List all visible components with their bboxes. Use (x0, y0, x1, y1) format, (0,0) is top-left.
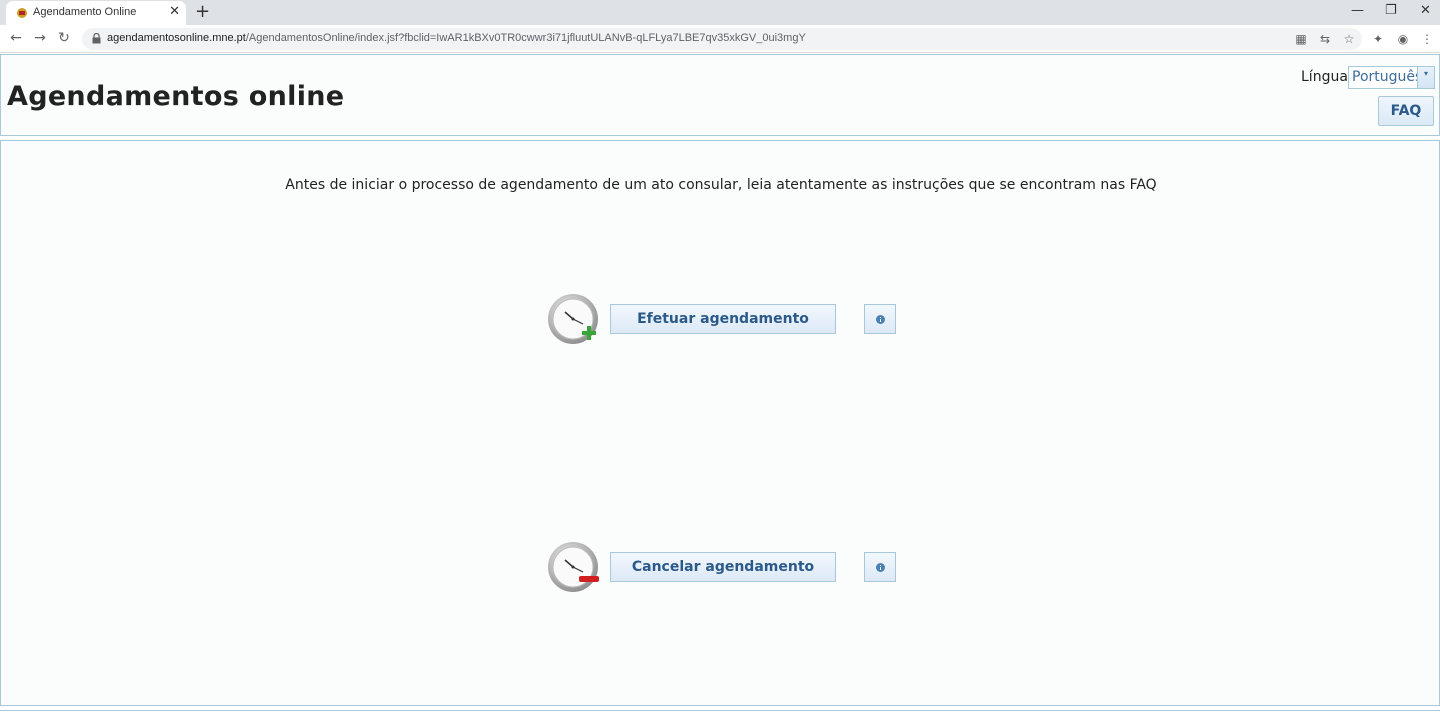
translate-icon[interactable]: ⇆ (1318, 32, 1332, 46)
schedule-button[interactable]: Efetuar agendamento (610, 304, 836, 334)
forward-icon[interactable]: → (32, 30, 48, 46)
clock-add-icon (548, 294, 598, 344)
main-panel: Antes de iniciar o processo de agendamen… (0, 140, 1440, 706)
clock-remove-icon (548, 542, 599, 592)
header-panel: Agendamentos online Língua Português ▾ F… (0, 54, 1440, 136)
profile-avatar-icon[interactable]: ◉ (1396, 32, 1410, 46)
faq-button[interactable]: FAQ (1378, 96, 1434, 126)
qr-code-icon[interactable]: ▦ (1294, 32, 1308, 46)
close-window-icon[interactable]: ✕ (1420, 3, 1431, 18)
reload-icon[interactable]: ↻ (56, 30, 72, 46)
language-select[interactable]: Português ▾ (1348, 66, 1435, 89)
menu-icon[interactable]: ⋮ (1420, 32, 1434, 46)
restore-icon[interactable]: ❐ (1385, 3, 1397, 18)
new-tab-button[interactable]: + (195, 1, 210, 23)
page-title: Agendamentos online (7, 81, 345, 112)
cancel-row: Cancelar agendamento (547, 541, 907, 595)
browser-tabstrip: Agendamento Online ✕ + — ❐ ✕ (0, 0, 1440, 25)
favicon-icon (17, 8, 27, 18)
schedule-info-button[interactable] (864, 304, 896, 334)
page-content: Agendamentos online Língua Português ▾ F… (0, 54, 1440, 712)
cancel-button[interactable]: Cancelar agendamento (610, 552, 836, 582)
address-bar[interactable]: agendamentosonline.mne.pt/AgendamentosOn… (82, 28, 1362, 50)
back-icon[interactable]: ← (8, 30, 24, 46)
browser-toolbar: ← → ↻ agendamentosonline.mne.pt/Agendame… (0, 25, 1440, 53)
info-icon (876, 563, 885, 572)
minimize-icon[interactable]: — (1351, 3, 1364, 18)
bookmark-star-icon[interactable]: ☆ (1342, 32, 1356, 46)
language-value: Português (1352, 69, 1423, 85)
url-text: agendamentosonline.mne.pt/AgendamentosOn… (107, 32, 806, 44)
chevron-down-icon[interactable]: ▾ (1417, 67, 1434, 88)
extensions-icon[interactable]: ✦ (1371, 32, 1385, 46)
tab-close-icon[interactable]: ✕ (169, 5, 180, 19)
browser-tab[interactable]: Agendamento Online ✕ (6, 1, 186, 25)
cancel-info-button[interactable] (864, 552, 896, 582)
info-icon (876, 315, 885, 324)
schedule-row: Efetuar agendamento (547, 293, 907, 347)
language-label: Língua (1301, 69, 1348, 85)
instructions-text: Antes de iniciar o processo de agendamen… (285, 177, 1157, 193)
lock-icon (92, 33, 101, 44)
tab-title: Agendamento Online (33, 6, 137, 18)
